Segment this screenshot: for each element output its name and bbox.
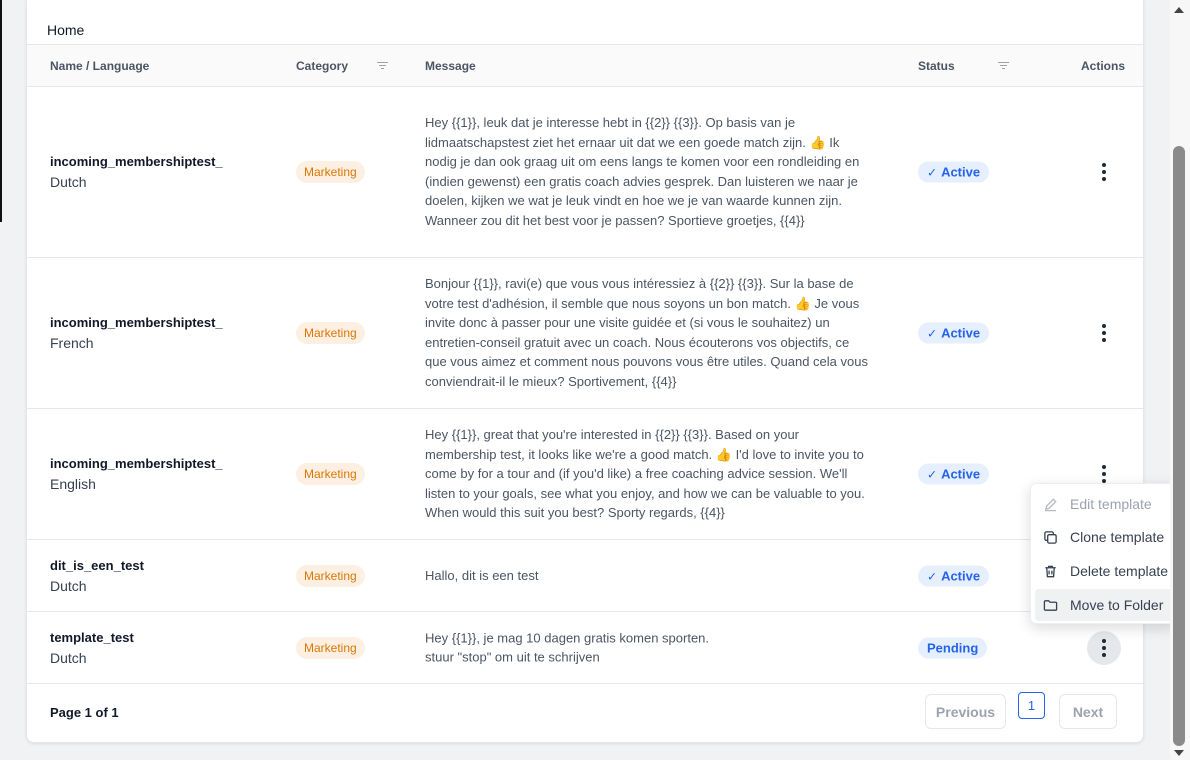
check-icon: ✓ [927, 165, 938, 180]
status-label: Active [941, 466, 981, 482]
table-header: Name / Language Category Message Status … [27, 44, 1143, 87]
template-name: incoming_membershiptest_ [50, 456, 223, 471]
folder-icon [1042, 597, 1058, 613]
column-category[interactable]: Category [296, 59, 348, 73]
message-text: Hey {{1}}, leuk dat je interesse hebt in… [425, 115, 860, 229]
trash-icon [1042, 563, 1058, 579]
template-actions-menu: Edit template Clone template Delete temp… [1030, 483, 1178, 624]
more-vertical-icon[interactable] [1087, 630, 1121, 665]
breadcrumb[interactable]: Home [47, 22, 84, 38]
vertical-scrollbar[interactable] [1170, 0, 1190, 760]
category-filter-icon[interactable] [377, 62, 388, 70]
check-icon: ✓ [927, 326, 938, 341]
message-text: Hey {{1}}, je mag 10 dagen gratis komen … [425, 629, 710, 665]
table-row: dit_is_een_test Dutch Marketing Hallo, d… [27, 540, 1143, 612]
template-name: dit_is_een_test [50, 557, 144, 573]
message-text: Bonjour {{1}}, ravi(e) que vous vous int… [425, 276, 868, 390]
page-indicator: Page 1 of 1 [50, 705, 119, 720]
template-language: Dutch [50, 577, 87, 594]
status-label: Active [941, 164, 981, 180]
template-language: Dutch [50, 649, 87, 666]
check-icon: ✓ [927, 467, 938, 482]
template-name: incoming_membershiptest_ [50, 154, 223, 169]
status-label: Active [941, 568, 981, 583]
delete-template-label: Delete template [1070, 563, 1169, 579]
check-icon: ✓ [927, 569, 938, 583]
table-row: incoming_membershiptest_ Dutch Marketing… [27, 87, 1143, 258]
column-actions: Actions [1081, 59, 1126, 73]
table-row: incoming_membershiptest_ French Marketin… [27, 258, 1143, 409]
templates-card: Home Name / Language Category Message St… [26, 0, 1144, 743]
status-badge: ✓ Active [918, 565, 990, 586]
name-cell: template_test Dutch [50, 628, 134, 668]
window-edge [0, 0, 2, 222]
move-to-folder-item[interactable]: Move to Folder [1035, 589, 1175, 621]
clone-template-item[interactable]: Clone template [1035, 521, 1175, 553]
category-badge: Marketing [296, 636, 365, 659]
template-name: incoming_membershiptest_ [50, 315, 223, 330]
category-badge: Marketing [296, 322, 365, 344]
status-badge: ✓ Active [918, 463, 990, 485]
category-badge: Marketing [296, 161, 365, 183]
clone-template-label: Clone template [1070, 529, 1165, 545]
pencil-icon [1042, 496, 1058, 512]
scroll-up-icon[interactable] [1174, 7, 1184, 13]
status-badge: Pending [918, 637, 988, 658]
status-label: Pending [927, 640, 979, 655]
template-language: Dutch [50, 174, 87, 190]
message-text: Hey {{1}}, great that you're interested … [425, 427, 865, 521]
previous-button[interactable]: Previous [925, 694, 1006, 729]
edit-template-label: Edit template [1070, 496, 1152, 512]
scrollbar-thumb[interactable] [1173, 146, 1185, 746]
template-name: template_test [50, 629, 134, 645]
name-cell: incoming_membershiptest_ French [50, 313, 223, 353]
edit-template-item[interactable]: Edit template [1035, 488, 1175, 520]
more-vertical-icon[interactable] [1087, 316, 1121, 350]
column-status[interactable]: Status [918, 59, 955, 73]
name-cell: dit_is_een_test Dutch [50, 556, 144, 596]
column-message: Message [425, 59, 476, 73]
delete-template-item[interactable]: Delete template [1035, 555, 1175, 587]
status-badge: ✓ Active [918, 161, 990, 183]
scroll-down-icon[interactable] [1174, 750, 1184, 756]
page-number-button[interactable]: 1 [1018, 692, 1045, 719]
column-name-language[interactable]: Name / Language [50, 59, 149, 73]
table-row: template_test Dutch Marketing Hey {{1}},… [27, 612, 1143, 684]
status-filter-icon[interactable] [998, 62, 1009, 70]
name-cell: incoming_membershiptest_ English [50, 454, 223, 494]
next-button[interactable]: Next [1059, 694, 1117, 729]
category-badge: Marketing [296, 463, 365, 485]
template-language: English [50, 476, 96, 492]
table-row: incoming_membershiptest_ English Marketi… [27, 409, 1143, 540]
category-badge: Marketing [296, 564, 365, 587]
status-label: Active [941, 325, 981, 341]
more-vertical-icon[interactable] [1087, 155, 1121, 189]
status-badge: ✓ Active [918, 322, 990, 344]
move-to-folder-label: Move to Folder [1070, 597, 1164, 613]
copy-icon [1042, 529, 1058, 545]
name-cell: incoming_membershiptest_ Dutch [50, 152, 223, 192]
message-text: Hallo, dit is een test [425, 567, 539, 583]
template-language: French [50, 335, 94, 351]
